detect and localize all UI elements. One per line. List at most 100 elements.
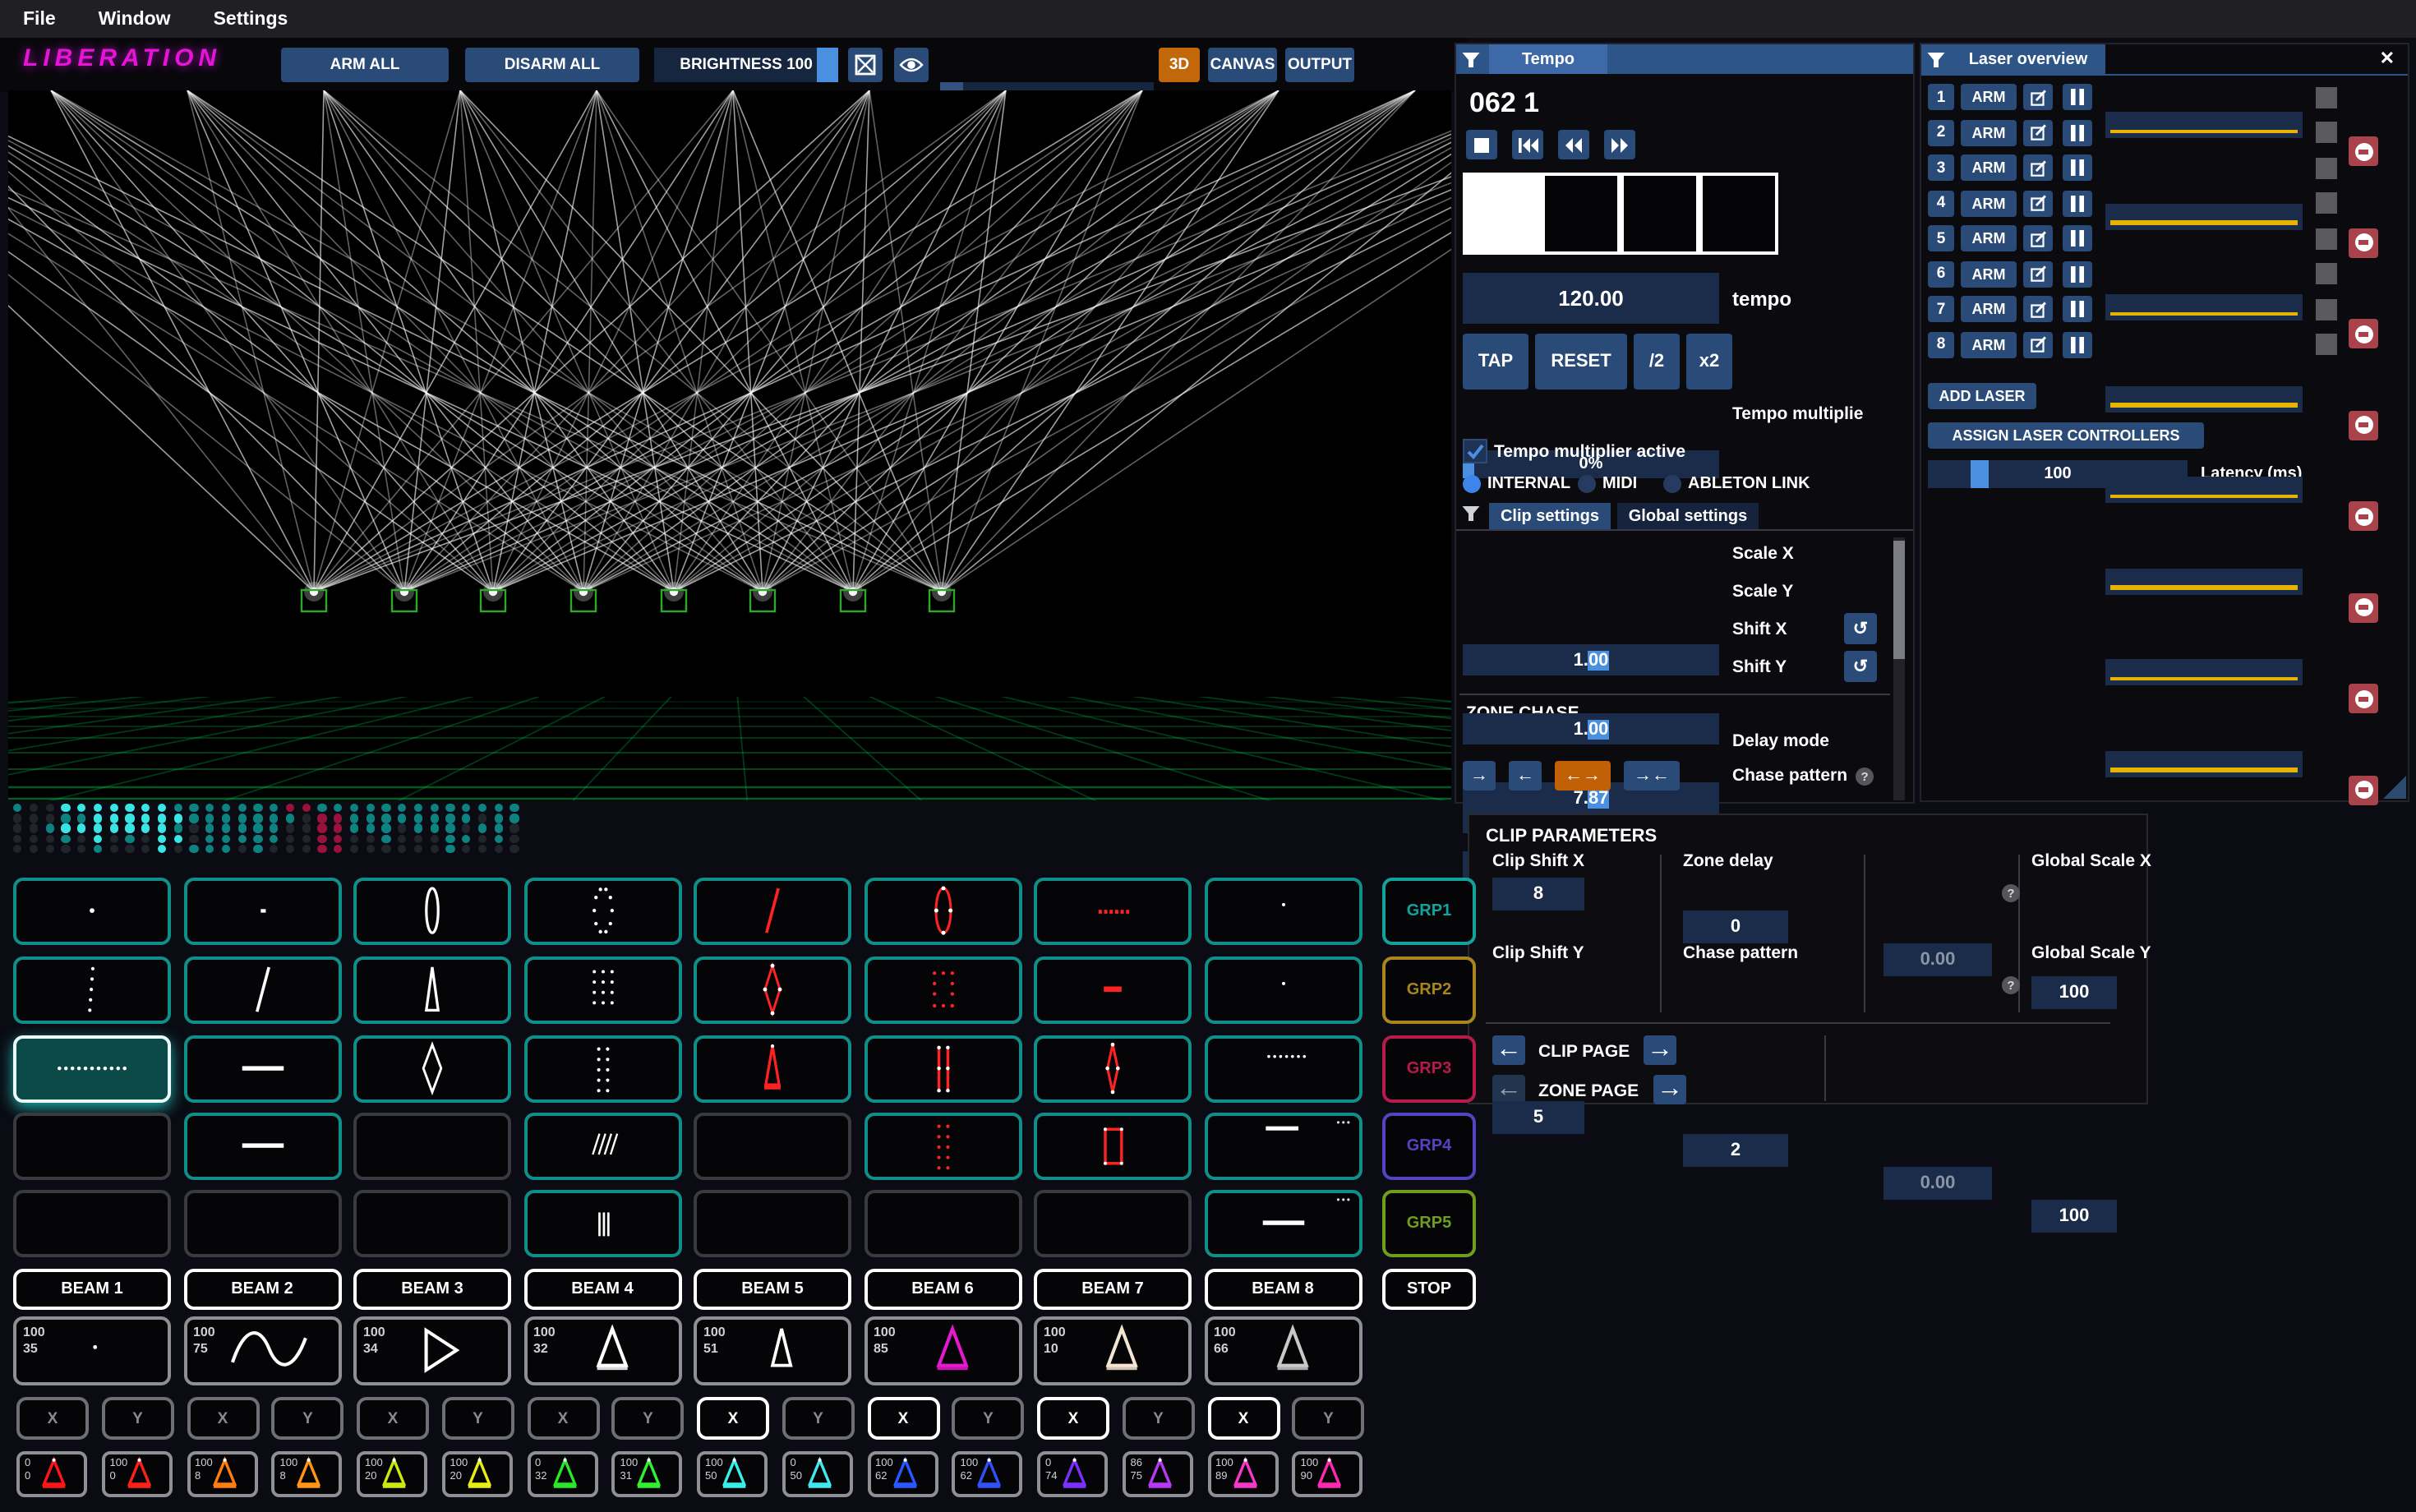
laser-status-square[interactable]: [2316, 334, 2337, 355]
beam-button-7[interactable]: BEAM 7: [1034, 1269, 1192, 1310]
clip-cell-r5c7[interactable]: [1034, 1190, 1192, 1257]
laser-status-square[interactable]: [2316, 157, 2337, 178]
clip-cell-r5c4[interactable]: [523, 1190, 681, 1257]
palette-cell-1[interactable]: 00: [16, 1451, 87, 1497]
laser-status-square[interactable]: [2316, 228, 2337, 249]
clip-cell-r5c1[interactable]: [13, 1190, 171, 1257]
clip-cell-r3c2[interactable]: [183, 1035, 341, 1103]
palette-cell-12[interactable]: 10062: [952, 1451, 1023, 1497]
laser-arm-button[interactable]: ARM: [1961, 331, 2017, 357]
laser-edit-button[interactable]: [2023, 225, 2053, 251]
clip-cell-r4c2[interactable]: [183, 1113, 341, 1180]
param-field-global-scale-y[interactable]: 100: [2031, 1200, 2117, 1233]
group-button-grp4[interactable]: GRP4: [1382, 1113, 1476, 1180]
clip-cell-r4c5[interactable]: [694, 1113, 851, 1180]
filter-icon[interactable]: [1461, 505, 1484, 528]
axis-toggle-15-x[interactable]: X: [1207, 1397, 1279, 1440]
param-field-global-scale-x[interactable]: 100: [2031, 976, 2117, 1009]
beam-button-2[interactable]: BEAM 2: [183, 1269, 341, 1310]
clip-cell-r1c7[interactable]: [1034, 878, 1192, 945]
palette-cell-13[interactable]: 074: [1037, 1451, 1108, 1497]
reset-icon-button[interactable]: ↺: [1844, 613, 1877, 644]
laser-status-square[interactable]: [2316, 298, 2337, 320]
canvas-button[interactable]: CANVAS: [1208, 48, 1277, 82]
clip-cell-r3c1[interactable]: [13, 1035, 171, 1103]
laser-edit-button[interactable]: [2023, 84, 2053, 110]
palette-cell-16[interactable]: 10090: [1293, 1451, 1363, 1497]
stop-button[interactable]: [1466, 130, 1497, 159]
brightness-slider[interactable]: BRIGHTNESS 100: [654, 48, 838, 82]
clip-cell-r4c6[interactable]: [864, 1113, 1021, 1180]
brightness-slider-handle[interactable]: [817, 48, 838, 82]
radio-internal[interactable]: [1463, 475, 1481, 493]
chase-pattern-button-2[interactable]: ←→: [1555, 761, 1611, 791]
clip-cell-r2c1[interactable]: [13, 957, 171, 1024]
half-tempo-button[interactable]: /2: [1634, 334, 1680, 390]
3d-toggle-button[interactable]: 3D: [1159, 48, 1200, 82]
laser-intensity-slider[interactable]: [2105, 203, 2303, 229]
laser-arm-button[interactable]: ARM: [1961, 119, 2017, 145]
laser-number-8[interactable]: 8: [1928, 331, 1954, 357]
double-tempo-button[interactable]: x2: [1686, 334, 1732, 390]
tab-global-settings[interactable]: Global settings: [1617, 503, 1759, 529]
laser-pause-button[interactable]: [2063, 260, 2092, 287]
laser-intensity-slider[interactable]: [2105, 568, 2303, 594]
laser-edit-button[interactable]: [2023, 119, 2053, 145]
laser-panel-header[interactable]: Laser overview ✕: [1921, 44, 2408, 76]
clip-cell-r1c5[interactable]: [694, 878, 851, 945]
fader-cell-1[interactable]: 10035: [13, 1316, 171, 1385]
palette-cell-9[interactable]: 10050: [697, 1451, 768, 1497]
laser-intensity-slider[interactable]: [2105, 477, 2303, 503]
axis-toggle-1-x[interactable]: X: [16, 1397, 89, 1440]
palette-cell-7[interactable]: 032: [527, 1451, 597, 1497]
radio-midi[interactable]: [1578, 475, 1596, 493]
tempo-tab[interactable]: Tempo: [1489, 44, 1607, 74]
clip-cell-r2c8[interactable]: [1204, 957, 1362, 1024]
laser-disable-button[interactable]: [2349, 684, 2378, 713]
beam-button-3[interactable]: BEAM 3: [353, 1269, 511, 1310]
chase-pattern-button-1[interactable]: ←: [1509, 761, 1542, 791]
beam-button-5[interactable]: BEAM 5: [694, 1269, 851, 1310]
blackout-button[interactable]: [848, 48, 883, 82]
laser-number-2[interactable]: 2: [1928, 119, 1954, 145]
close-icon[interactable]: ✕: [2380, 48, 2395, 69]
param-field-aux[interactable]: 0.00: [1883, 1167, 1992, 1200]
laser-number-6[interactable]: 6: [1928, 260, 1954, 287]
laser-disable-button[interactable]: [2349, 136, 2378, 166]
laser-number-3[interactable]: 3: [1928, 154, 1954, 181]
fader-cell-3[interactable]: 10034: [353, 1316, 511, 1385]
axis-toggle-14-y[interactable]: Y: [1123, 1397, 1195, 1440]
rewind-button[interactable]: [1558, 130, 1589, 159]
forward-button[interactable]: [1604, 130, 1635, 159]
add-laser-button[interactable]: ADD LASER: [1928, 383, 2036, 409]
clip-cell-r5c6[interactable]: [864, 1190, 1021, 1257]
menu-item-file[interactable]: File: [23, 9, 56, 29]
laser-arm-button[interactable]: ARM: [1961, 260, 2017, 287]
axis-toggle-6-y[interactable]: Y: [442, 1397, 514, 1440]
laser-disable-button[interactable]: [2349, 410, 2378, 440]
laser-overview-tab[interactable]: Laser overview: [1951, 44, 2105, 74]
group-button-grp2[interactable]: GRP2: [1382, 957, 1476, 1024]
param-field-chase-pattern[interactable]: 2: [1683, 1134, 1788, 1167]
clip-cell-r4c7[interactable]: [1034, 1113, 1192, 1180]
clip-cell-r5c5[interactable]: [694, 1190, 851, 1257]
tap-button[interactable]: TAP: [1463, 334, 1528, 390]
arm-all-button[interactable]: ARM ALL: [281, 48, 449, 82]
group-button-grp1[interactable]: GRP1: [1382, 878, 1476, 945]
tab-clip-settings[interactable]: Clip settings: [1489, 503, 1611, 529]
palette-cell-14[interactable]: 8675: [1123, 1451, 1193, 1497]
menu-item-settings[interactable]: Settings: [214, 9, 288, 29]
help-icon[interactable]: ?: [2002, 976, 2020, 994]
reset-icon-button[interactable]: ↺: [1844, 651, 1877, 682]
laser-disable-button[interactable]: [2349, 775, 2378, 804]
laser-arm-button[interactable]: ARM: [1961, 296, 2017, 322]
slider-scale-y[interactable]: 1.00: [1463, 713, 1719, 744]
clip-cell-r3c5[interactable]: [694, 1035, 851, 1103]
palette-cell-5[interactable]: 10020: [357, 1451, 427, 1497]
palette-cell-3[interactable]: 1008: [187, 1451, 257, 1497]
group-button-grp3[interactable]: GRP3: [1382, 1035, 1476, 1103]
laser-disable-button[interactable]: [2349, 501, 2378, 531]
filter-icon[interactable]: [1921, 44, 1951, 74]
skip-start-button[interactable]: [1512, 130, 1543, 159]
laser-number-7[interactable]: 7: [1928, 296, 1954, 322]
